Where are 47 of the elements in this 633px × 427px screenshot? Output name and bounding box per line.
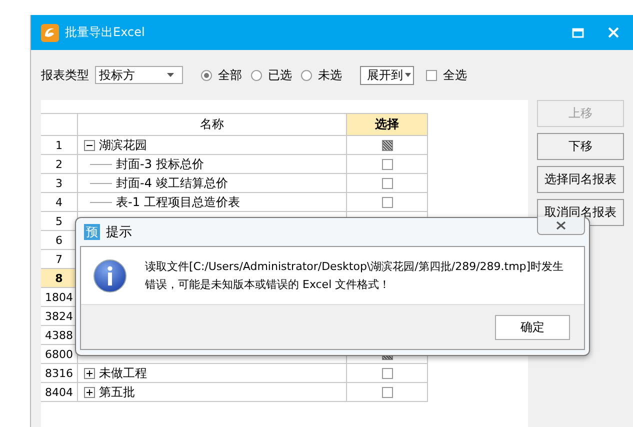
checkbox[interactable] bbox=[382, 178, 392, 190]
tree-item[interactable]: 第五批 bbox=[99, 384, 135, 400]
dialog-message: 读取文件[C:/Users/Administrator/Desktop\湖滨花园/第四批/289/289.tmp]时发生错误，可能是未知版本或错误的 Excel 文件格式！ bbox=[145, 258, 565, 292]
expand-to-label: 展开到 bbox=[367, 66, 403, 84]
column-header: 名称 bbox=[78, 114, 346, 136]
filter-radio[interactable]: 全部 bbox=[201, 66, 242, 84]
radio-circle[interactable] bbox=[301, 70, 312, 80]
window-title: 批量导出Excel bbox=[65, 24, 145, 41]
caret-icon bbox=[167, 73, 174, 77]
tree-item[interactable]: 未做工程 bbox=[99, 364, 147, 382]
radio-circle[interactable] bbox=[201, 70, 212, 80]
expand-to-button[interactable]: 展开到 bbox=[360, 66, 414, 84]
row-number: 1 bbox=[41, 136, 78, 154]
checkbox[interactable] bbox=[382, 159, 392, 170]
checkbox[interactable] bbox=[382, 368, 392, 380]
app-icon bbox=[41, 24, 59, 42]
info-icon bbox=[93, 258, 127, 292]
caret-icon bbox=[405, 73, 411, 77]
row-number: 4 bbox=[41, 192, 78, 212]
checkbox[interactable] bbox=[426, 70, 437, 80]
tree-toggle[interactable] bbox=[84, 368, 95, 378]
close-icon bbox=[556, 221, 566, 230]
report-type-dropdown[interactable]: 投标方 bbox=[95, 66, 183, 84]
close-button[interactable] bbox=[537, 217, 585, 235]
tree-toggle[interactable] bbox=[84, 140, 95, 150]
checkbox[interactable] bbox=[382, 140, 392, 152]
filter-radio[interactable]: 未选 bbox=[301, 66, 342, 84]
filter-radio[interactable]: 已选 bbox=[251, 66, 292, 84]
close-icon[interactable] bbox=[608, 27, 619, 38]
checkbox[interactable] bbox=[382, 197, 392, 208]
column-header: 选择 bbox=[346, 114, 428, 136]
row-number: 8316 bbox=[41, 364, 78, 382]
radio-circle[interactable] bbox=[251, 70, 262, 80]
dialog-title: 提示 bbox=[106, 224, 132, 241]
select-all-checkbox[interactable]: 全选 bbox=[426, 66, 467, 84]
side-button[interactable]: 选择同名报表 bbox=[537, 166, 624, 193]
tree-item[interactable]: 湖滨花园 bbox=[99, 136, 147, 154]
checkbox[interactable] bbox=[382, 387, 392, 398]
tree-toggle[interactable] bbox=[84, 386, 95, 398]
maximize-icon[interactable] bbox=[572, 28, 584, 38]
row-number: 3 bbox=[41, 174, 78, 192]
report-type-label: 报表类型 bbox=[41, 66, 89, 84]
row-number: 2 bbox=[41, 154, 78, 174]
ok-button[interactable]: 确定 bbox=[495, 314, 570, 340]
dialog-app-icon: 预 bbox=[84, 224, 100, 240]
side-button[interactable]: 下移 bbox=[537, 133, 624, 160]
row-number: 8404 bbox=[41, 382, 78, 402]
